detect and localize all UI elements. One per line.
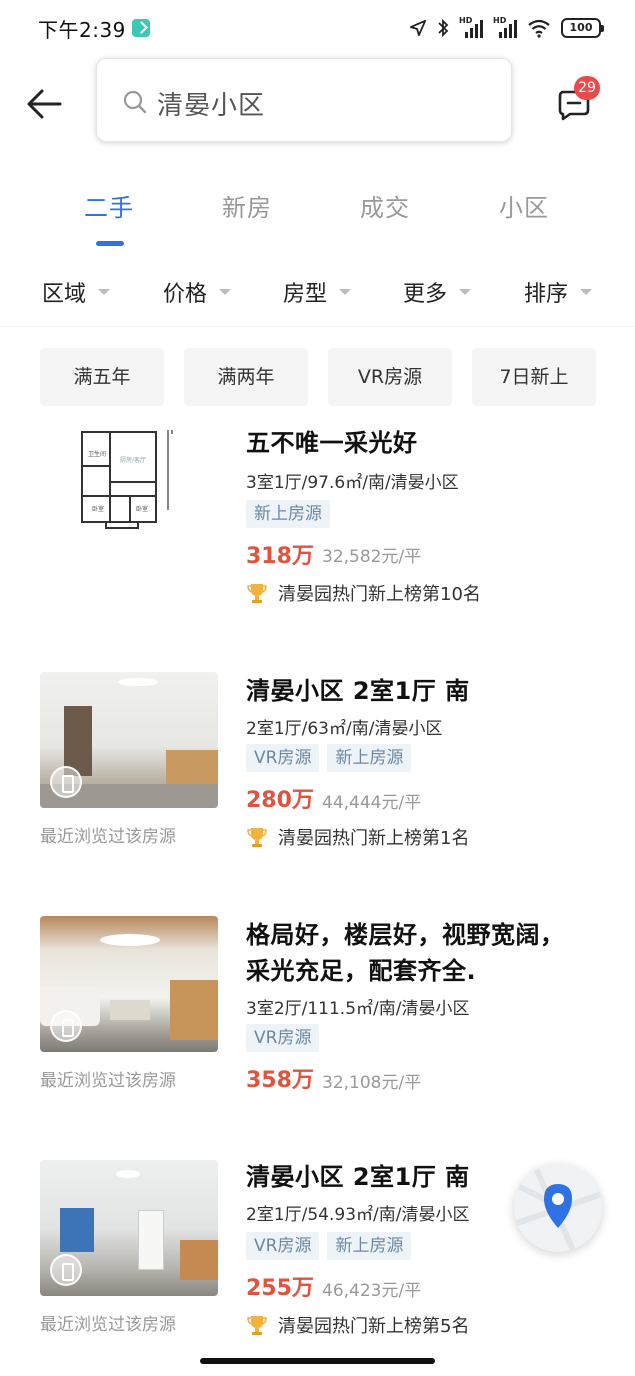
- chip-vr[interactable]: VR房源: [328, 348, 452, 406]
- listing-price: 280万: [246, 788, 314, 813]
- status-icons: HD HD 100: [409, 15, 604, 41]
- caret-down-icon: [98, 289, 111, 295]
- app-notification-icon: [132, 19, 150, 37]
- filter-label: 区域: [42, 282, 87, 307]
- trophy-icon: [247, 1316, 267, 1335]
- caret-down-icon: [219, 289, 232, 295]
- tag-new: 新上房源: [246, 500, 330, 528]
- map-button[interactable]: [514, 1164, 602, 1252]
- caret-down-icon: [580, 289, 593, 295]
- listing-title: 清晏小区 2室1厅 南: [246, 1163, 470, 1191]
- listing-title: 格局好，楼层好，视野宽阔，: [246, 921, 565, 949]
- listing-price: 255万: [246, 1276, 314, 1301]
- tag-vr: VR房源: [246, 1232, 320, 1260]
- caret-down-icon: [459, 289, 472, 295]
- svg-text:卫生间: 卫生间: [88, 450, 106, 458]
- search-icon: [123, 90, 147, 114]
- status-time: 下午2:39: [38, 18, 126, 42]
- map-pin-icon: [514, 1164, 602, 1252]
- svg-text:厨房/客厅: 厨房/客厅: [120, 456, 146, 464]
- listing-rank: 清晏园热门新上榜第5名: [246, 1312, 469, 1338]
- message-count-badge: 29: [574, 76, 600, 100]
- chip-two-years[interactable]: 满两年: [184, 348, 308, 406]
- floorplan-image: 卫生间 厨房/客厅 卧室 卧室: [40, 424, 218, 560]
- listing-title-line2: 采光充足，配套齐全.: [246, 957, 477, 985]
- recently-viewed-label: 最近浏览过该房源: [40, 1071, 176, 1091]
- tab-active-indicator: [96, 241, 124, 246]
- filter-label: 价格: [163, 282, 208, 307]
- tag-new: 新上房源: [327, 1232, 412, 1260]
- listing-info: 2室1厅/54.93㎡/南/清晏小区: [246, 1205, 470, 1225]
- status-bar: 下午2:39 HD HD 100: [0, 0, 635, 56]
- filter-price[interactable]: 价格: [163, 276, 232, 308]
- tab-deals[interactable]: 成交: [360, 188, 410, 223]
- tab-community[interactable]: 小区: [499, 188, 549, 223]
- filter-area[interactable]: 区域: [42, 276, 111, 308]
- signal-icon-1: HD: [459, 16, 483, 38]
- home-indicator: [200, 1358, 435, 1364]
- divider: [0, 326, 635, 327]
- listing-unit-price: 32,582元/平: [322, 547, 422, 567]
- tag-vr: VR房源: [246, 1024, 320, 1052]
- filter-label: 更多: [403, 282, 448, 307]
- location-icon: [409, 19, 427, 37]
- listing-unit-price: 44,444元/平: [322, 793, 422, 813]
- recently-viewed-label: 最近浏览过该房源: [40, 827, 176, 847]
- tag-new: 新上房源: [327, 744, 412, 772]
- search-query: 清晏小区: [157, 91, 266, 121]
- listing-price: 358万: [246, 1068, 314, 1093]
- listing-card[interactable]: 格局好，楼层好，视野宽阔， 采光充足，配套齐全. 3室2厅/111.5㎡/南/清…: [0, 916, 635, 1096]
- wifi-icon: [528, 19, 550, 38]
- signal-icon-2: HD: [493, 16, 517, 38]
- listing-photo: [40, 1160, 218, 1296]
- listing-photo: [40, 672, 218, 808]
- search-input[interactable]: 清晏小区: [96, 58, 512, 142]
- listing-price: 318万: [246, 544, 314, 569]
- rank-text: 清晏园热门新上榜第1名: [278, 828, 470, 849]
- filter-label: 房型: [283, 282, 328, 307]
- tag-vr: VR房源: [246, 744, 320, 772]
- filter-sort[interactable]: 排序: [524, 276, 593, 308]
- filter-more[interactable]: 更多: [403, 276, 472, 308]
- listing-rank: 清晏园热门新上榜第10名: [246, 580, 481, 606]
- tab-new-home[interactable]: 新房: [222, 188, 272, 223]
- listing-unit-price: 32,108元/平: [322, 1073, 422, 1093]
- trophy-icon: [247, 828, 267, 847]
- listing-tags: 新上房源: [246, 500, 330, 528]
- vr-icon: [50, 1010, 82, 1042]
- filter-bar: 区域 价格 房型 更多 排序: [0, 276, 635, 316]
- filter-label: 排序: [524, 282, 569, 307]
- battery-icon: 100: [561, 18, 604, 38]
- vr-icon: [50, 1254, 82, 1286]
- listing-card[interactable]: 卫生间 厨房/客厅 卧室 卧室 五不唯一采光好 3室1厅/97.6㎡/南/清晏小…: [0, 424, 635, 624]
- listing-info: 2室1厅/63㎡/南/清晏小区: [246, 719, 443, 739]
- listing-tags: VR房源: [246, 1024, 320, 1052]
- rank-text: 清晏园热门新上榜第10名: [278, 584, 481, 605]
- listing-photo: [40, 916, 218, 1052]
- listing-title: 五不唯一采光好: [246, 429, 418, 457]
- vr-icon: [50, 766, 82, 798]
- bluetooth-icon: [438, 18, 449, 38]
- listing-title: 清晏小区 2室1厅 南: [246, 677, 470, 705]
- listing-unit-price: 46,423元/平: [322, 1281, 422, 1301]
- trophy-icon: [247, 584, 267, 603]
- rank-text: 清晏园热门新上榜第5名: [278, 1316, 470, 1337]
- caret-down-icon: [339, 289, 352, 295]
- message-button[interactable]: 29: [556, 76, 600, 122]
- recently-viewed-label: 最近浏览过该房源: [40, 1315, 176, 1335]
- listing-info: 3室2厅/111.5㎡/南/清晏小区: [246, 999, 470, 1019]
- listing-rank: 清晏园热门新上榜第1名: [246, 824, 469, 850]
- listing-tags: VR房源 新上房源: [246, 1232, 412, 1260]
- chip-five-years[interactable]: 满五年: [40, 348, 164, 406]
- listing-tags: VR房源 新上房源: [246, 744, 412, 772]
- back-arrow-icon[interactable]: [24, 86, 64, 122]
- tab-second-hand[interactable]: 二手: [84, 188, 134, 223]
- svg-text:卧室: 卧室: [92, 505, 104, 513]
- svg-text:卧室: 卧室: [136, 505, 148, 513]
- tab-bar: 二手 新房 成交 小区: [0, 188, 635, 248]
- listing-card[interactable]: 清晏小区 2室1厅 南 2室1厅/63㎡/南/清晏小区 VR房源 新上房源 28…: [0, 672, 635, 862]
- filter-layout[interactable]: 房型: [283, 276, 352, 308]
- listing-info: 3室1厅/97.6㎡/南/清晏小区: [246, 473, 459, 493]
- chip-new-7-days[interactable]: 7日新上: [472, 348, 596, 406]
